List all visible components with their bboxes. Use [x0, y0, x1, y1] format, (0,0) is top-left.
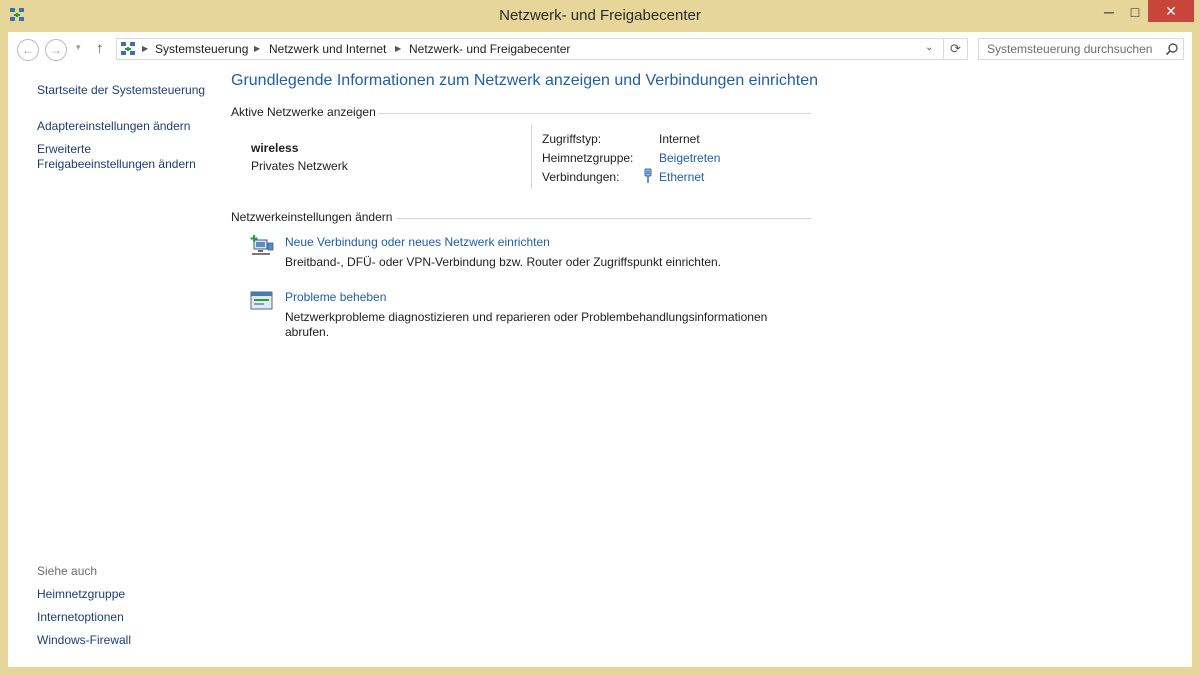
control-panel-icon — [121, 42, 135, 55]
vertical-divider — [531, 125, 532, 189]
see-also-heading: Siehe auch — [37, 564, 98, 578]
sidebar-home-link[interactable]: Startseite der Systemsteuerung — [37, 83, 205, 98]
breadcrumb-separator-icon[interactable]: ▶ — [142, 44, 148, 53]
network-settings-heading: Netzwerkeinstellungen ändern — [231, 210, 393, 224]
refresh-button[interactable]: ⟳ — [943, 38, 967, 60]
sidebar-advanced-sharing-link[interactable]: Erweiterte Freigabeeinstellungen ändern — [37, 142, 207, 172]
see-also-firewall-link[interactable]: Windows-Firewall — [37, 633, 131, 648]
section-divider — [378, 113, 811, 114]
new-connection-icon — [250, 235, 274, 255]
access-type-label: Zugriffstyp: — [542, 132, 602, 146]
window-title: Netzwerk- und Freigabecenter — [499, 7, 701, 24]
see-also-homegroup-link[interactable]: Heimnetzgruppe — [37, 587, 125, 602]
network-type: Privates Netzwerk — [251, 159, 348, 173]
content-area: Startseite der Systemsteuerung Adapterei… — [8, 66, 1192, 667]
back-button[interactable]: ← — [17, 39, 39, 61]
breadcrumb-netzwerk-und-internet[interactable]: Netzwerk und Internet — [269, 42, 386, 56]
maximize-button[interactable]: □ — [1122, 0, 1148, 24]
sidebar-adapter-settings-link[interactable]: Adaptereinstellungen ändern — [37, 119, 190, 134]
close-button[interactable]: ✕ — [1148, 0, 1194, 22]
breadcrumb-separator-icon[interactable]: ▶ — [395, 44, 401, 53]
troubleshoot-description: Netzwerkprobleme diagnostizieren und rep… — [285, 310, 768, 339]
up-button[interactable]: ↑ — [96, 40, 104, 57]
ethernet-connection-link[interactable]: Ethernet — [659, 170, 704, 184]
breadcrumb-systemsteuerung[interactable]: Systemsteuerung — [155, 42, 248, 56]
search-input[interactable] — [987, 42, 1157, 56]
access-type-value: Internet — [659, 132, 700, 146]
section-divider — [397, 218, 811, 219]
breadcrumb-separator-icon[interactable]: ▶ — [254, 44, 260, 53]
ethernet-icon[interactable] — [642, 168, 654, 184]
search-box[interactable] — [978, 38, 1184, 60]
title-bar: Netzwerk- und Freigabecenter ─ □ ✕ — [0, 0, 1200, 32]
minimize-button[interactable]: ─ — [1096, 0, 1122, 24]
page-title: Grundlegende Informationen zum Netzwerk … — [231, 72, 819, 89]
connections-label: Verbindungen: — [542, 170, 620, 184]
navigation-bar: ← → ▾ ↑ ▶ Systemsteuerung ▶ Netzwerk und… — [8, 32, 1192, 66]
new-connection-description: Breitband-, DFÜ- oder VPN-Verbindung bzw… — [285, 255, 721, 269]
active-networks-heading: Aktive Netzwerke anzeigen — [231, 105, 376, 119]
troubleshoot-link[interactable]: Probleme beheben — [285, 290, 386, 304]
address-dropdown-icon[interactable]: ⌄ — [925, 42, 933, 53]
homegroup-link[interactable]: Beigetreten — [659, 151, 720, 165]
address-bar[interactable]: ▶ Systemsteuerung ▶ Netzwerk und Interne… — [116, 38, 968, 60]
troubleshoot-icon — [250, 291, 273, 310]
homegroup-label: Heimnetzgruppe: — [542, 151, 634, 165]
see-also-internet-options-link[interactable]: Internetoptionen — [37, 610, 124, 625]
breadcrumb-netzwerk-und-freigabecenter[interactable]: Netzwerk- und Freigabecenter — [409, 42, 570, 56]
network-name: wireless — [251, 141, 299, 155]
forward-button[interactable]: → — [45, 39, 67, 61]
recent-locations-dropdown[interactable]: ▾ — [76, 42, 81, 53]
new-connection-link[interactable]: Neue Verbindung oder neues Netzwerk einr… — [285, 235, 550, 249]
search-icon[interactable] — [1165, 42, 1179, 56]
window: Netzwerk- und Freigabecenter ─ □ ✕ ← → ▾… — [0, 0, 1200, 675]
